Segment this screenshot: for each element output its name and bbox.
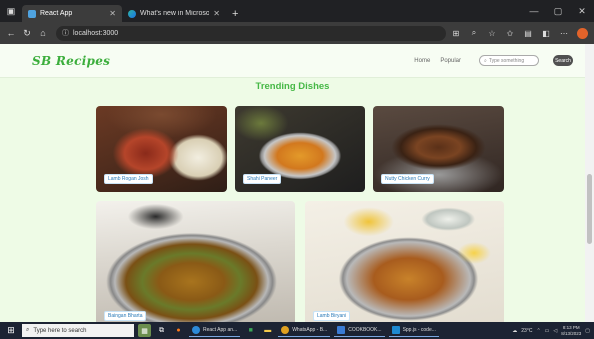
taskbar-app-label: React App an... xyxy=(203,327,238,333)
more-menu-icon[interactable]: ⋯ xyxy=(556,25,572,41)
search-icon: ⌕ xyxy=(26,327,30,333)
site-logo[interactable]: SB Recipes xyxy=(32,54,110,68)
taskbar-app-cookbook[interactable]: COOKBOOK... xyxy=(334,324,385,337)
dish-image xyxy=(96,201,295,322)
clock-date: 8/13/2023 xyxy=(561,330,582,336)
taskbar-app-react[interactable]: React App an... xyxy=(189,324,241,337)
new-tab-button[interactable]: + xyxy=(226,5,244,22)
app-available-icon[interactable]: ⊞ xyxy=(448,25,464,41)
section-title: Trending Dishes xyxy=(255,81,330,92)
close-tab-icon[interactable]: ✕ xyxy=(213,9,220,18)
url-text: localhost:3000 xyxy=(73,29,119,37)
browser-toolbar: ← ↻ ⌂ ⓘ localhost:3000 ⊞ ⌕ ☆ ✩ ▤ ◧ ⋯ xyxy=(0,22,594,44)
dish-card[interactable]: Lamb Rogan Josh xyxy=(96,106,227,192)
tab-label: What's new in Microsoft Edge xyxy=(140,10,210,17)
web-page: SB Recipes Home Popular ⌕ Type something… xyxy=(0,44,585,322)
profile-icon[interactable] xyxy=(574,25,590,41)
vscode-icon xyxy=(391,326,400,334)
clock[interactable]: 8:13 PM 8/13/2023 xyxy=(561,325,581,337)
page-scrollbar[interactable] xyxy=(585,44,594,322)
favorite-star-icon[interactable]: ☆ xyxy=(484,25,500,41)
weather-icon[interactable]: ☁ xyxy=(512,328,517,334)
dish-image xyxy=(305,201,504,322)
info-icon[interactable]: ⓘ xyxy=(62,28,69,38)
dish-card[interactable]: Lamb Biryani xyxy=(305,201,504,322)
news-widget-icon[interactable]: ▦ xyxy=(138,324,151,337)
dish-name: Baingan Bharta xyxy=(104,311,147,321)
taskbar-app-label: Spp.js - code... xyxy=(402,327,436,333)
favorites-icon[interactable]: ✩ xyxy=(502,25,518,41)
dish-card[interactable]: Baingan Bharta xyxy=(96,201,295,322)
react-favicon-icon xyxy=(28,9,36,18)
nav-links: Home Popular ⌕ Type something Search xyxy=(414,55,573,66)
volume-icon[interactable]: ◁ xyxy=(553,328,557,334)
search-input[interactable]: ⌕ Type something xyxy=(479,55,539,66)
extensions-icon[interactable]: ◧ xyxy=(538,25,554,41)
address-bar[interactable]: ⓘ localhost:3000 xyxy=(56,25,446,41)
system-tray: ☁ 23°C ⌃ ▭ ◁ 8:13 PM 8/13/2023 ▢ xyxy=(512,325,590,337)
tab-edge-whats-new[interactable]: What's new in Microsoft Edge ✕ xyxy=(122,5,226,22)
notifications-icon[interactable]: ▢ xyxy=(585,328,590,334)
maximize-icon[interactable]: ▢ xyxy=(546,6,570,17)
taskbar-app-whatsapp[interactable]: WhatsApp - B... xyxy=(278,324,331,337)
dish-name: Shahi Paneer xyxy=(243,174,282,184)
file-explorer-icon[interactable]: ▬ xyxy=(261,324,274,337)
nav-popular-link[interactable]: Popular xyxy=(440,58,461,64)
taskbar: ⊞ ⌕ Type here to search ▦ ⧉ ● React App … xyxy=(0,322,594,339)
close-tab-icon[interactable]: ✕ xyxy=(109,9,116,18)
task-view-icon[interactable]: ⧉ xyxy=(155,324,168,337)
zoom-icon[interactable]: ⌕ xyxy=(466,25,482,41)
dish-card[interactable]: Nutty Chicken Curry xyxy=(373,106,504,192)
network-icon[interactable]: ▭ xyxy=(545,328,550,334)
taskbar-app-vscode[interactable]: Spp.js - code... xyxy=(388,324,439,337)
home-icon[interactable]: ⌂ xyxy=(36,25,50,41)
dish-name: Nutty Chicken Curry xyxy=(381,174,434,184)
dish-card[interactable]: Shahi Paneer xyxy=(235,106,365,192)
search-placeholder: Type something xyxy=(488,57,525,64)
window-menu-icon[interactable]: ▣ xyxy=(0,0,22,22)
tab-react-app[interactable]: React App ✕ xyxy=(22,5,122,22)
nav-home-link[interactable]: Home xyxy=(414,58,430,64)
search-button[interactable]: Search xyxy=(553,55,573,66)
taskbar-search[interactable]: ⌕ Type here to search xyxy=(22,324,134,337)
dish-name: Lamb Biryani xyxy=(313,311,351,321)
minimize-icon[interactable]: — xyxy=(522,6,546,16)
taskbar-app-label: WhatsApp - B... xyxy=(292,327,328,333)
scrollbar-thumb[interactable] xyxy=(587,174,592,244)
chrome-icon xyxy=(281,326,290,334)
taskbar-search-placeholder: Type here to search xyxy=(33,327,87,334)
close-window-icon[interactable]: ✕ xyxy=(570,6,594,17)
search-icon: ⌕ xyxy=(484,57,487,64)
tab-label: React App xyxy=(40,10,73,17)
taskbar-app-label: COOKBOOK... xyxy=(348,327,382,333)
dish-name: Lamb Rogan Josh xyxy=(104,174,153,184)
firefox-icon[interactable]: ● xyxy=(172,324,185,337)
tray-overflow-icon[interactable]: ⌃ xyxy=(536,328,540,334)
windows-start-icon[interactable]: ⊞ xyxy=(4,325,18,336)
store-icon[interactable]: ■ xyxy=(244,324,257,337)
browser-tab-strip: ▣ React App ✕ What's new in Microsoft Ed… xyxy=(0,0,594,22)
edge-icon xyxy=(192,326,200,334)
temperature: 23°C xyxy=(521,327,533,334)
document-icon xyxy=(337,326,346,334)
window-controls: — ▢ ✕ xyxy=(522,0,594,22)
collections-icon[interactable]: ▤ xyxy=(520,25,536,41)
site-navbar: SB Recipes Home Popular ⌕ Type something… xyxy=(0,44,585,78)
edge-favicon-icon xyxy=(128,9,136,18)
back-icon[interactable]: ← xyxy=(4,25,18,41)
toolbar-right: ⊞ ⌕ ☆ ✩ ▤ ◧ ⋯ xyxy=(448,25,590,41)
refresh-icon[interactable]: ↻ xyxy=(20,25,34,41)
